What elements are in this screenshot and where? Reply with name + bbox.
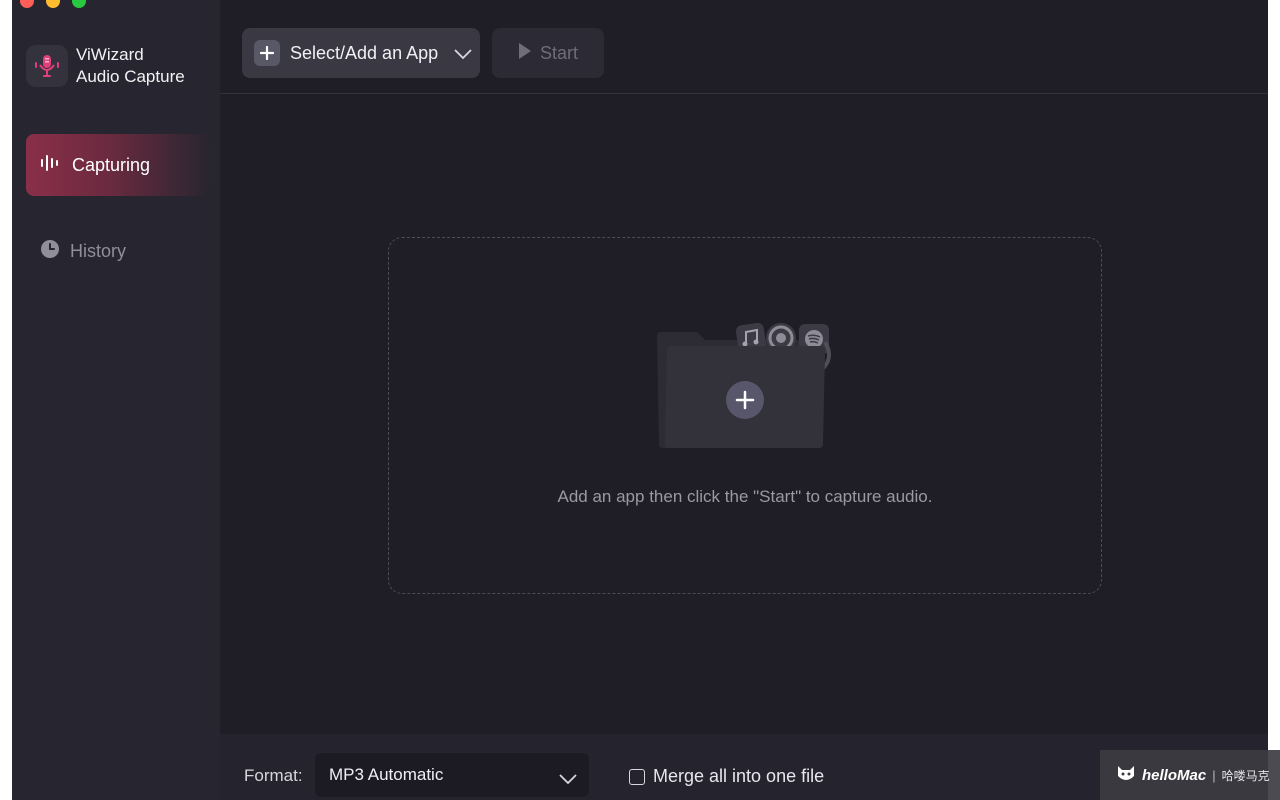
audio-wave-icon [40, 153, 62, 178]
cat-logo-icon [1116, 764, 1136, 786]
watermark: helloMac | 哈喽马克 [1100, 750, 1280, 800]
toolbar: Select/Add an App Start [220, 0, 1268, 94]
start-button[interactable]: Start [492, 28, 604, 78]
sidebar: ViWizard Audio Capture Capturing History [12, 0, 220, 800]
minimize-window-button[interactable] [46, 0, 60, 8]
chevron-down-icon [559, 769, 577, 789]
clock-icon [40, 239, 60, 264]
brand: ViWizard Audio Capture [26, 44, 185, 88]
drop-zone-hint: Add an app then click the "Start" to cap… [557, 487, 933, 506]
folder-illustration [653, 320, 839, 452]
app-name: ViWizard Audio Capture [76, 44, 185, 88]
sidebar-item-capturing[interactable]: Capturing [26, 134, 210, 196]
plus-icon [254, 40, 280, 66]
play-icon [518, 42, 532, 65]
format-select[interactable]: MP3 Automatic [315, 753, 589, 797]
format-value: MP3 Automatic [329, 765, 444, 784]
start-label: Start [540, 42, 579, 63]
window-controls [20, 0, 86, 8]
merge-label: Merge all into one file [653, 766, 825, 786]
checkbox-box[interactable] [629, 768, 645, 785]
app-window: ViWizard Audio Capture Capturing History… [12, 0, 1268, 800]
merge-checkbox[interactable]: Merge all into one file [629, 766, 824, 787]
chevron-down-icon [454, 43, 472, 64]
sidebar-item-label: History [70, 240, 127, 261]
sidebar-item-label: Capturing [72, 154, 151, 175]
app-drop-zone[interactable]: Add an app then click the "Start" to cap… [388, 237, 1102, 594]
microphone-icon [26, 45, 68, 87]
maximize-window-button[interactable] [72, 0, 86, 8]
app-name-line2: Audio Capture [76, 67, 185, 86]
watermark-brand: helloMac [1142, 766, 1207, 784]
format-label: Format: [244, 766, 303, 785]
watermark-chinese: 哈喽马克 [1221, 768, 1270, 783]
select-add-app-button[interactable]: Select/Add an App [242, 28, 480, 78]
select-add-app-label: Select/Add an App [290, 42, 439, 63]
close-window-button[interactable] [20, 0, 34, 8]
sidebar-item-history[interactable]: History [26, 220, 210, 282]
watermark-separator: | [1212, 767, 1216, 783]
app-name-line1: ViWizard [76, 45, 144, 64]
